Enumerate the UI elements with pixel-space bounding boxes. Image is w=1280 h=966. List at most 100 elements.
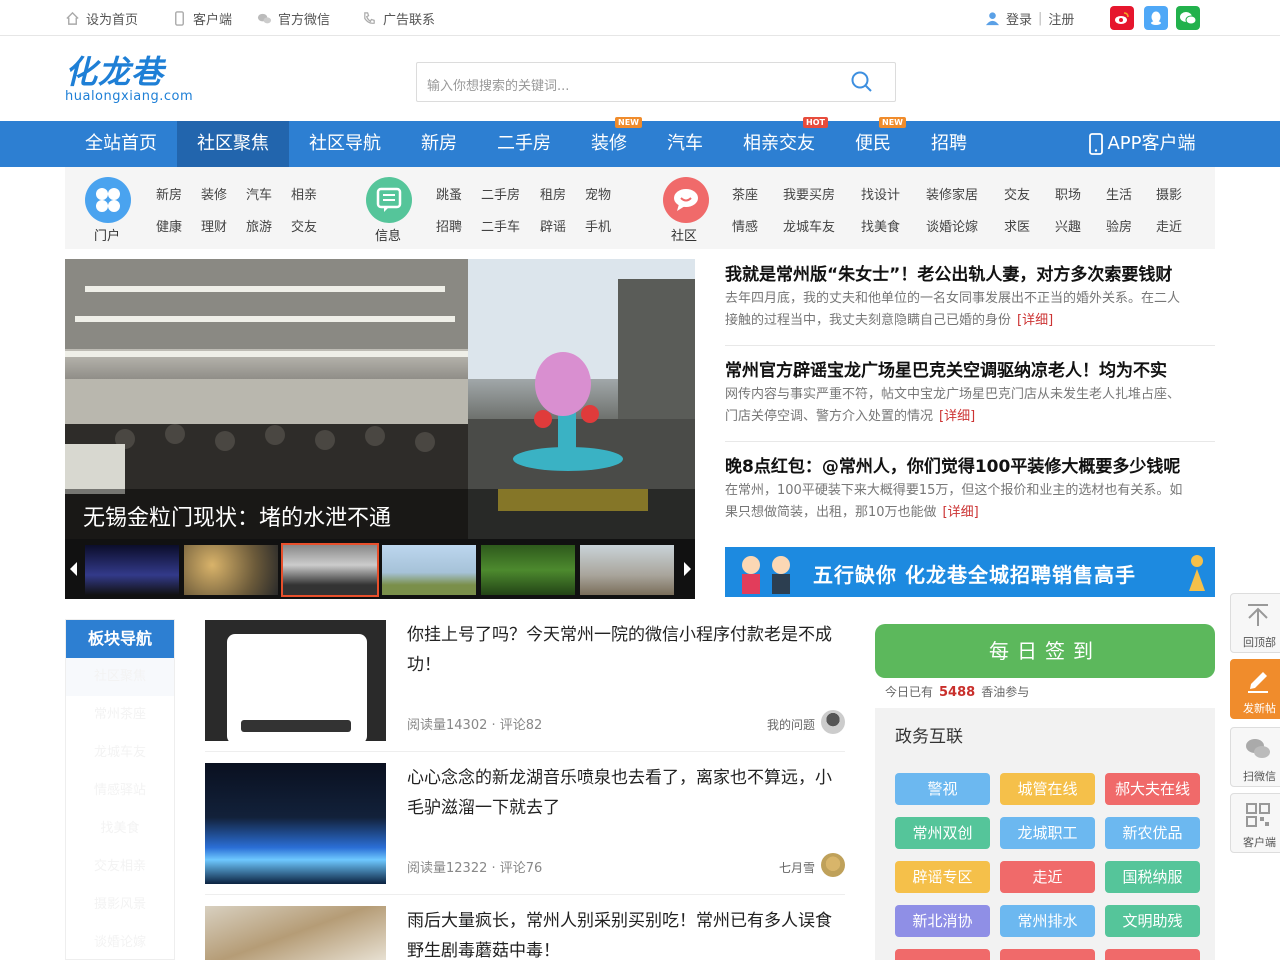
article-item[interactable]: 雨后大量疯长，常州人别采别买别吃！常州已有多人误食野生剧毒蘑菇中毒！ bbox=[205, 906, 845, 961]
news-title[interactable]: 晚8点红包：@常州人，你们觉得100平装修大概要多少钱呢 bbox=[725, 452, 1180, 477]
gov-link-button-partial[interactable] bbox=[1105, 949, 1200, 960]
category-link[interactable]: 兴趣 bbox=[1055, 216, 1081, 235]
category-link[interactable]: 茶座 bbox=[732, 184, 758, 203]
news-more-link[interactable]: [详细] bbox=[1017, 313, 1053, 328]
board-nav-item[interactable]: 龙城车友 bbox=[66, 734, 174, 772]
register-link[interactable]: 注册 bbox=[1048, 9, 1074, 28]
category-info-label[interactable]: 信息 bbox=[375, 225, 401, 244]
article-item[interactable]: 你挂上号了吗？今天常州一院的微信小程序付款老是不成功！ 阅读量14302 · 评… bbox=[205, 620, 845, 744]
category-link[interactable]: 交友 bbox=[291, 216, 317, 235]
nav-home[interactable]: 全站首页 bbox=[65, 121, 177, 167]
info-icon[interactable] bbox=[366, 177, 412, 223]
nav-recruit[interactable]: 招聘 bbox=[911, 121, 987, 167]
article-title[interactable]: 你挂上号了吗？今天常州一院的微信小程序付款老是不成功！ bbox=[407, 620, 845, 680]
scan-wechat-button[interactable]: 扫微信 bbox=[1230, 727, 1280, 787]
gov-link-button[interactable]: 国税纳服 bbox=[1105, 861, 1200, 893]
recruit-banner[interactable]: 五行缺你 化龙巷全城招聘销售高手 bbox=[725, 547, 1215, 597]
gov-link-button[interactable]: 文明助残 bbox=[1105, 905, 1200, 937]
site-logo[interactable]: 化龙巷 hualongxiang.com bbox=[65, 55, 193, 104]
gov-link-button[interactable]: 走近 bbox=[1000, 861, 1095, 893]
qq-icon[interactable] bbox=[1144, 6, 1168, 30]
category-portal-label[interactable]: 门户 bbox=[94, 225, 120, 244]
category-community-label[interactable]: 社区 bbox=[671, 225, 697, 244]
category-link[interactable]: 装修 bbox=[201, 184, 227, 203]
news-more-link[interactable]: [详细] bbox=[939, 409, 975, 424]
slider-prev-icon[interactable] bbox=[68, 561, 80, 577]
news-title[interactable]: 常州官方辟谣宝龙广场星巴克关空调驱纳凉老人！均为不实 bbox=[725, 356, 1167, 381]
article-author[interactable]: 七月雪 bbox=[779, 859, 815, 876]
gov-link-button[interactable]: 辟谣专区 bbox=[895, 861, 990, 893]
category-link[interactable]: 验房 bbox=[1106, 216, 1132, 235]
category-link[interactable]: 情感 bbox=[732, 216, 758, 235]
gov-link-button[interactable]: 新北消协 bbox=[895, 905, 990, 937]
gov-link-button[interactable]: 警视 bbox=[895, 773, 990, 805]
category-link[interactable]: 交友 bbox=[1004, 184, 1030, 203]
board-nav-item[interactable]: 谈婚论嫁 bbox=[66, 924, 174, 962]
image-slider[interactable]: 无锡金粒门现状：堵的水泄不通 bbox=[65, 259, 695, 599]
category-link[interactable]: 辟谣 bbox=[540, 216, 566, 235]
gov-link-button[interactable]: 新农优品 bbox=[1105, 817, 1200, 849]
nav-app-client[interactable]: APP客户端 bbox=[1080, 121, 1205, 167]
board-nav-item[interactable]: 情感驿站 bbox=[66, 772, 174, 810]
article-thumbnail[interactable] bbox=[205, 763, 386, 884]
article-title[interactable]: 心心念念的新龙湖音乐喷泉也去看了，离家也不算远，小毛驴滋溜一下就去了 bbox=[407, 763, 845, 823]
category-link[interactable]: 理财 bbox=[201, 216, 227, 235]
nav-convenience[interactable]: 便民 NEW bbox=[835, 117, 911, 167]
slider-thumb[interactable] bbox=[382, 545, 476, 595]
slider-thumb[interactable] bbox=[184, 545, 278, 595]
official-wechat-link[interactable]: 官方微信 bbox=[257, 9, 330, 28]
gov-link-button[interactable]: 郝大夫在线 bbox=[1105, 773, 1200, 805]
category-link[interactable]: 装修家居 bbox=[926, 184, 978, 203]
category-link[interactable]: 跳蚤 bbox=[436, 184, 462, 203]
slider-thumb-active[interactable] bbox=[281, 543, 379, 597]
set-homepage-link[interactable]: 设为首页 bbox=[65, 9, 138, 28]
category-link[interactable]: 租房 bbox=[540, 184, 566, 203]
category-link[interactable]: 汽车 bbox=[246, 184, 272, 203]
back-to-top-button[interactable]: 回顶部 bbox=[1230, 593, 1280, 653]
client-download-button[interactable]: 客户端 bbox=[1230, 793, 1280, 853]
portal-icon[interactable] bbox=[85, 177, 131, 223]
slider-thumb[interactable] bbox=[481, 545, 575, 595]
gov-link-button[interactable]: 常州双创 bbox=[895, 817, 990, 849]
new-post-button[interactable]: 发新帖 bbox=[1230, 659, 1280, 719]
ad-contact-link[interactable]: 广告联系 bbox=[362, 9, 435, 28]
nav-decoration[interactable]: 装修 NEW bbox=[571, 117, 647, 167]
avatar[interactable] bbox=[821, 710, 845, 734]
category-link[interactable]: 二手车 bbox=[481, 216, 520, 235]
category-link[interactable]: 找美食 bbox=[861, 216, 900, 235]
category-link[interactable]: 走近 bbox=[1156, 216, 1182, 235]
gov-link-button-partial[interactable] bbox=[1000, 949, 1095, 960]
search-box[interactable]: 输入你想搜索的关键词... bbox=[416, 62, 896, 102]
category-link[interactable]: 龙城车友 bbox=[783, 216, 835, 235]
category-link[interactable]: 找设计 bbox=[861, 184, 900, 203]
article-author[interactable]: 我的问题 bbox=[767, 716, 815, 733]
category-link[interactable]: 职场 bbox=[1055, 184, 1081, 203]
gov-link-button[interactable]: 龙城职工 bbox=[1000, 817, 1095, 849]
category-link[interactable]: 手机 bbox=[585, 216, 611, 235]
weibo-icon[interactable] bbox=[1110, 6, 1134, 30]
nav-second-hand-house[interactable]: 二手房 bbox=[477, 121, 571, 167]
category-link[interactable]: 求医 bbox=[1004, 216, 1030, 235]
client-link[interactable]: 客户端 bbox=[172, 9, 232, 28]
search-icon[interactable] bbox=[851, 71, 873, 93]
wechat-share-icon[interactable] bbox=[1176, 6, 1200, 30]
category-link[interactable]: 招聘 bbox=[436, 216, 462, 235]
nav-community-focus[interactable]: 社区聚焦 bbox=[177, 121, 289, 167]
gov-link-button[interactable]: 城管在线 bbox=[1000, 773, 1095, 805]
news-more-link[interactable]: [详细] bbox=[943, 505, 979, 520]
gov-link-button[interactable]: 常州排水 bbox=[1000, 905, 1095, 937]
slider-thumb[interactable] bbox=[85, 545, 179, 595]
category-link[interactable]: 二手房 bbox=[481, 184, 520, 203]
slider-next-icon[interactable] bbox=[681, 561, 693, 577]
board-nav-item[interactable]: 常州茶座 bbox=[66, 696, 174, 734]
daily-checkin-button[interactable]: 每日签到 bbox=[875, 624, 1215, 678]
login-link[interactable]: 登录 bbox=[1006, 9, 1032, 28]
board-nav-item[interactable]: 找美食 bbox=[66, 810, 174, 848]
article-title[interactable]: 雨后大量疯长，常州人别采别买别吃！常州已有多人误食野生剧毒蘑菇中毒！ bbox=[407, 906, 845, 966]
slide-caption[interactable]: 无锡金粒门现状：堵的水泄不通 bbox=[83, 500, 391, 532]
news-title[interactable]: 我就是常州版“朱女士”！老公出轨人妻，对方多次索要钱财 bbox=[725, 260, 1172, 285]
nav-car[interactable]: 汽车 bbox=[647, 121, 723, 167]
article-item[interactable]: 心心念念的新龙湖音乐喷泉也去看了，离家也不算远，小毛驴滋溜一下就去了 阅读量12… bbox=[205, 763, 845, 884]
category-link[interactable]: 新房 bbox=[156, 184, 182, 203]
article-thumbnail[interactable] bbox=[205, 620, 386, 744]
